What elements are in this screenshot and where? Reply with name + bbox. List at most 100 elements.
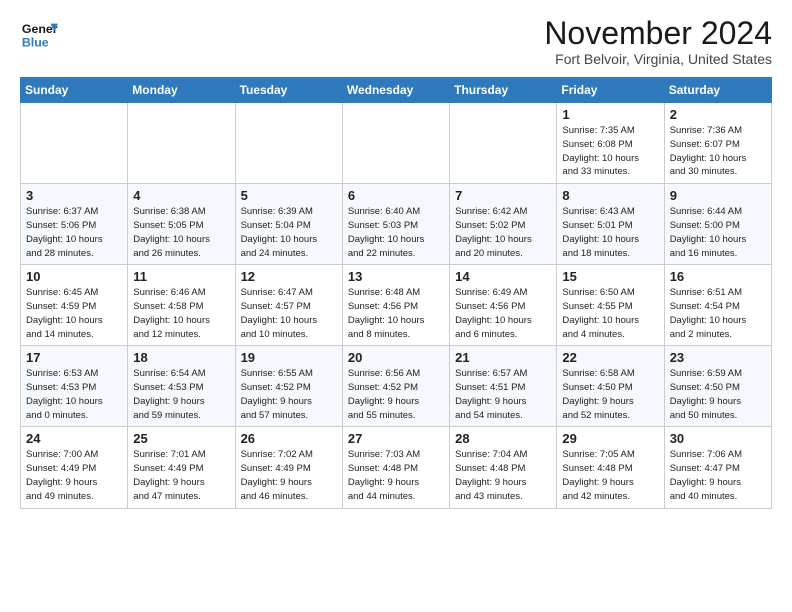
calendar-cell: 27Sunrise: 7:03 AM Sunset: 4:48 PM Dayli… xyxy=(342,427,449,508)
calendar-cell xyxy=(342,103,449,184)
header-day: Friday xyxy=(557,78,664,103)
calendar-cell: 14 Sunrise: 6:49 AM Sunset: 4:56 PM Dayli… xyxy=(450,265,557,346)
calendar-cell: 16Sunrise: 6:51 AM Sunset: 4:54 PM Dayli… xyxy=(664,265,771,346)
header-day: Sunday xyxy=(21,78,128,103)
header-day: Wednesday xyxy=(342,78,449,103)
day-number: 24 xyxy=(26,431,122,446)
day-number: 28 xyxy=(455,431,551,446)
day-info: Sunrise: 6:46 AM Sunset: 4:58 PM Dayligh… xyxy=(133,286,229,341)
day-info: Sunrise: 6:40 AM Sunset: 5:03 PM Dayligh… xyxy=(348,205,444,260)
day-info: Sunrise: 6:42 AM Sunset: 5:02 PM Dayligh… xyxy=(455,205,551,260)
day-info: Sunrise: 6:55 AM Sunset: 4:52 PM Dayligh… xyxy=(241,367,337,422)
header-day: Saturday xyxy=(664,78,771,103)
calendar-cell: 2 Sunrise: 7:36 AM Sunset: 6:07 PM Daylig… xyxy=(664,103,771,184)
calendar-cell: 12 Sunrise: 6:47 AM Sunset: 4:57 PM Dayli… xyxy=(235,265,342,346)
day-number: 30 xyxy=(670,431,766,446)
calendar-cell xyxy=(235,103,342,184)
logo-icon: General Blue xyxy=(20,16,58,54)
day-number: 22 xyxy=(562,350,658,365)
day-number: 20 xyxy=(348,350,444,365)
day-number: 25 xyxy=(133,431,229,446)
calendar-cell: 26Sunrise: 7:02 AM Sunset: 4:49 PM Dayli… xyxy=(235,427,342,508)
day-number: 2 xyxy=(670,107,766,122)
calendar-cell: 20 Sunrise: 6:56 AM Sunset: 4:52 PM Dayli… xyxy=(342,346,449,427)
calendar-week: 24 Sunrise: 7:00 AM Sunset: 4:49 PM Dayli… xyxy=(21,427,772,508)
day-number: 17 xyxy=(26,350,122,365)
calendar-cell xyxy=(450,103,557,184)
header-day: Monday xyxy=(128,78,235,103)
day-info: Sunrise: 6:38 AM Sunset: 5:05 PM Dayligh… xyxy=(133,205,229,260)
day-info: Sunrise: 6:45 AM Sunset: 4:59 PM Dayligh… xyxy=(26,286,122,341)
day-info: Sunrise: 7:01 AM Sunset: 4:49 PM Dayligh… xyxy=(133,448,229,503)
day-number: 18 xyxy=(133,350,229,365)
day-number: 27 xyxy=(348,431,444,446)
calendar-cell: 10Sunrise: 6:45 AM Sunset: 4:59 PM Dayli… xyxy=(21,265,128,346)
day-info: Sunrise: 6:54 AM Sunset: 4:53 PM Dayligh… xyxy=(133,367,229,422)
day-info: Sunrise: 6:39 AM Sunset: 5:04 PM Dayligh… xyxy=(241,205,337,260)
day-number: 21 xyxy=(455,350,551,365)
calendar-cell: 3 Sunrise: 6:37 AM Sunset: 5:06 PM Daylig… xyxy=(21,184,128,265)
calendar-cell: 24 Sunrise: 7:00 AM Sunset: 4:49 PM Dayli… xyxy=(21,427,128,508)
day-number: 14 xyxy=(455,269,551,284)
day-info: Sunrise: 6:58 AM Sunset: 4:50 PM Dayligh… xyxy=(562,367,658,422)
page: General Blue November 2024 Fort Belvoir,… xyxy=(0,0,792,519)
calendar-cell: 29Sunrise: 7:05 AM Sunset: 4:48 PM Dayli… xyxy=(557,427,664,508)
calendar-cell: 17 Sunrise: 6:53 AM Sunset: 4:53 PM Dayli… xyxy=(21,346,128,427)
calendar-cell xyxy=(128,103,235,184)
calendar-cell: 15 Sunrise: 6:50 AM Sunset: 4:55 PM Dayli… xyxy=(557,265,664,346)
calendar-cell: 21 Sunrise: 6:57 AM Sunset: 4:51 PM Dayli… xyxy=(450,346,557,427)
day-number: 4 xyxy=(133,188,229,203)
day-info: Sunrise: 6:59 AM Sunset: 4:50 PM Dayligh… xyxy=(670,367,766,422)
header-day: Thursday xyxy=(450,78,557,103)
day-info: Sunrise: 7:35 AM Sunset: 6:08 PM Dayligh… xyxy=(562,124,658,179)
day-number: 6 xyxy=(348,188,444,203)
day-info: Sunrise: 6:50 AM Sunset: 4:55 PM Dayligh… xyxy=(562,286,658,341)
day-info: Sunrise: 7:36 AM Sunset: 6:07 PM Dayligh… xyxy=(670,124,766,179)
svg-text:Blue: Blue xyxy=(22,35,49,49)
day-number: 23 xyxy=(670,350,766,365)
calendar-cell: 23 Sunrise: 6:59 AM Sunset: 4:50 PM Dayli… xyxy=(664,346,771,427)
calendar-cell: 13 Sunrise: 6:48 AM Sunset: 4:56 PM Dayli… xyxy=(342,265,449,346)
header-row: SundayMondayTuesdayWednesdayThursdayFrid… xyxy=(21,78,772,103)
title-block: November 2024 Fort Belvoir, Virginia, Un… xyxy=(544,16,772,67)
day-info: Sunrise: 6:37 AM Sunset: 5:06 PM Dayligh… xyxy=(26,205,122,260)
calendar-cell: 30 Sunrise: 7:06 AM Sunset: 4:47 PM Dayli… xyxy=(664,427,771,508)
day-number: 11 xyxy=(133,269,229,284)
day-info: Sunrise: 6:56 AM Sunset: 4:52 PM Dayligh… xyxy=(348,367,444,422)
day-info: Sunrise: 7:00 AM Sunset: 4:49 PM Dayligh… xyxy=(26,448,122,503)
calendar-cell: 7Sunrise: 6:42 AM Sunset: 5:02 PM Daylig… xyxy=(450,184,557,265)
calendar-cell: 1Sunrise: 7:35 AM Sunset: 6:08 PM Daylig… xyxy=(557,103,664,184)
day-number: 13 xyxy=(348,269,444,284)
calendar-cell: 28 Sunrise: 7:04 AM Sunset: 4:48 PM Dayli… xyxy=(450,427,557,508)
day-number: 12 xyxy=(241,269,337,284)
day-number: 15 xyxy=(562,269,658,284)
day-info: Sunrise: 6:49 AM Sunset: 4:56 PM Dayligh… xyxy=(455,286,551,341)
calendar-cell: 11 Sunrise: 6:46 AM Sunset: 4:58 PM Dayli… xyxy=(128,265,235,346)
day-number: 8 xyxy=(562,188,658,203)
day-info: Sunrise: 7:05 AM Sunset: 4:48 PM Dayligh… xyxy=(562,448,658,503)
day-info: Sunrise: 7:06 AM Sunset: 4:47 PM Dayligh… xyxy=(670,448,766,503)
day-number: 5 xyxy=(241,188,337,203)
calendar-cell: 22 Sunrise: 6:58 AM Sunset: 4:50 PM Dayli… xyxy=(557,346,664,427)
day-info: Sunrise: 6:47 AM Sunset: 4:57 PM Dayligh… xyxy=(241,286,337,341)
day-info: Sunrise: 6:51 AM Sunset: 4:54 PM Dayligh… xyxy=(670,286,766,341)
calendar-cell: 18 Sunrise: 6:54 AM Sunset: 4:53 PM Dayli… xyxy=(128,346,235,427)
day-number: 19 xyxy=(241,350,337,365)
logo: General Blue xyxy=(20,16,58,54)
day-info: Sunrise: 6:48 AM Sunset: 4:56 PM Dayligh… xyxy=(348,286,444,341)
day-info: Sunrise: 7:02 AM Sunset: 4:49 PM Dayligh… xyxy=(241,448,337,503)
calendar-week: 10Sunrise: 6:45 AM Sunset: 4:59 PM Dayli… xyxy=(21,265,772,346)
header-day: Tuesday xyxy=(235,78,342,103)
day-info: Sunrise: 6:57 AM Sunset: 4:51 PM Dayligh… xyxy=(455,367,551,422)
calendar: SundayMondayTuesdayWednesdayThursdayFrid… xyxy=(20,77,772,508)
day-number: 9 xyxy=(670,188,766,203)
calendar-week: 1Sunrise: 7:35 AM Sunset: 6:08 PM Daylig… xyxy=(21,103,772,184)
day-info: Sunrise: 6:43 AM Sunset: 5:01 PM Dayligh… xyxy=(562,205,658,260)
day-number: 3 xyxy=(26,188,122,203)
day-info: Sunrise: 6:53 AM Sunset: 4:53 PM Dayligh… xyxy=(26,367,122,422)
location: Fort Belvoir, Virginia, United States xyxy=(544,51,772,67)
day-info: Sunrise: 7:04 AM Sunset: 4:48 PM Dayligh… xyxy=(455,448,551,503)
calendar-cell: 19 Sunrise: 6:55 AM Sunset: 4:52 PM Dayli… xyxy=(235,346,342,427)
header: General Blue November 2024 Fort Belvoir,… xyxy=(20,16,772,67)
calendar-week: 17 Sunrise: 6:53 AM Sunset: 4:53 PM Dayli… xyxy=(21,346,772,427)
